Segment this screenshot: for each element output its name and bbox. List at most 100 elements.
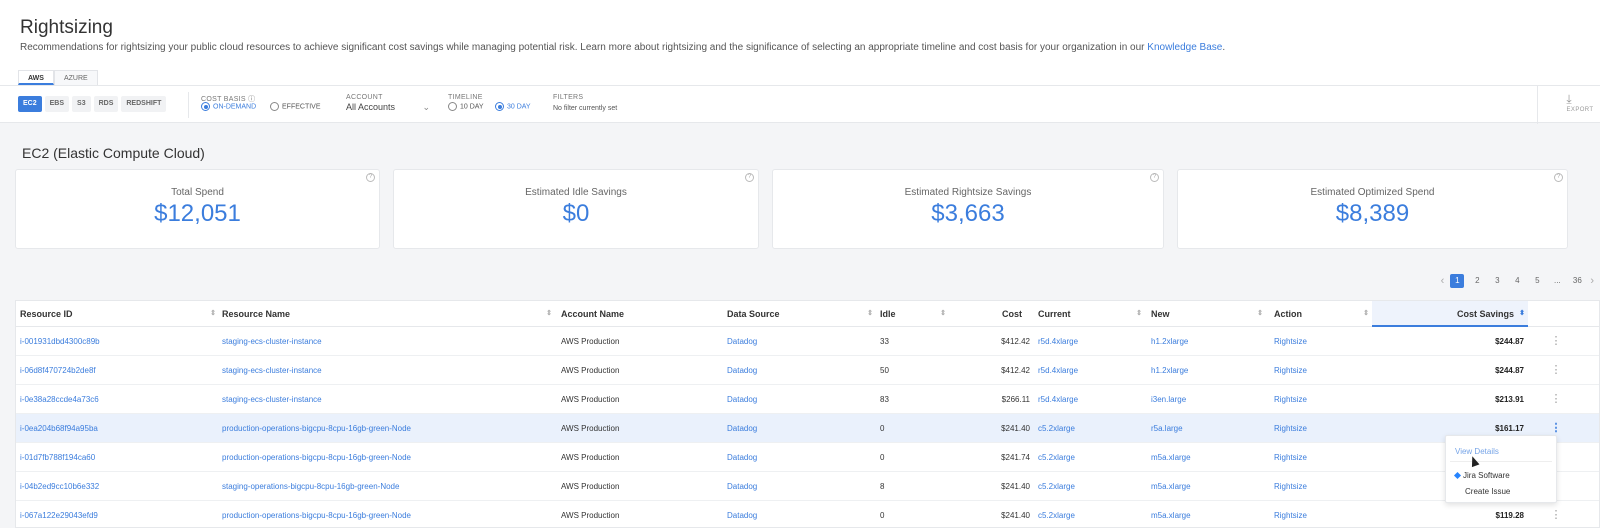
table-row[interactable]: i-001931dbd4300c89b staging-ecs-cluster-i… <box>16 327 1599 356</box>
page-5[interactable]: 5 <box>1530 274 1544 288</box>
table-row[interactable]: i-04b2ed9cc10b6e332 staging-operations-bi… <box>16 472 1599 501</box>
filters-value[interactable]: No filter currently set <box>553 105 617 112</box>
tab-aws[interactable]: AWS <box>18 70 54 85</box>
column-new[interactable]: New ⇕ <box>1151 301 1263 327</box>
cell-resource-id[interactable]: i-0e38a28ccde4a73c6 <box>20 385 216 414</box>
sort-icon: ⇕ <box>1363 310 1369 317</box>
cell-action[interactable]: Rightsize <box>1274 501 1369 527</box>
column-resource-name[interactable]: Resource Name ⇕ <box>222 301 552 327</box>
cell-resource-name[interactable]: staging-operations-bigcpu-8cpu-16gb-gree… <box>222 472 552 501</box>
cell-resource-name[interactable]: production-operations-bigcpu-8cpu-16gb-g… <box>222 414 552 443</box>
cell-data-source[interactable]: Datadog <box>727 385 873 414</box>
cell-idle: 0 <box>880 453 885 462</box>
cell-resource-id[interactable]: i-067a122e29043efd9 <box>20 501 216 527</box>
cell-account-name: AWS Production <box>561 395 620 404</box>
cell-resource-id[interactable]: i-001931dbd4300c89b <box>20 327 216 356</box>
chevron-left-icon[interactable]: ‹ <box>1441 275 1445 287</box>
help-icon[interactable]: ? <box>1554 173 1563 182</box>
page-3[interactable]: 3 <box>1490 274 1504 288</box>
cell-current[interactable]: c5.2xlarge <box>1038 472 1142 501</box>
cell-new[interactable]: h1.2xlarge <box>1151 327 1263 356</box>
column-current[interactable]: Current ⇕ <box>1038 301 1142 327</box>
tab-azure[interactable]: AZURE <box>53 70 98 85</box>
cell-action[interactable]: Rightsize <box>1274 414 1369 443</box>
column-action[interactable]: Action ⇕ <box>1274 301 1369 327</box>
column-cost-savings[interactable]: Cost Savings ⬍ <box>1372 301 1528 327</box>
cell-new[interactable]: m5a.xlarge <box>1151 443 1263 472</box>
card-total-spend: ? Total Spend $12,051 <box>15 169 380 249</box>
cost-basis-on-demand[interactable]: ON-DEMAND <box>201 102 256 111</box>
page-1[interactable]: 1 <box>1450 274 1465 288</box>
cell-data-source[interactable]: Datadog <box>727 472 873 501</box>
more-options-icon[interactable]: ⋮ <box>1550 356 1562 385</box>
table-row[interactable]: i-067a122e29043efd9 production-operations… <box>16 501 1599 527</box>
cell-current[interactable]: c5.2xlarge <box>1038 443 1142 472</box>
cell-action[interactable]: Rightsize <box>1274 385 1369 414</box>
cell-cost: $241.40 <box>1001 424 1030 433</box>
timeline-10-day[interactable]: 10 DAY <box>448 102 484 111</box>
column-data-source[interactable]: Data Source ⇕ <box>727 301 873 327</box>
cell-data-source[interactable]: Datadog <box>727 356 873 385</box>
column-account-name[interactable]: Account Name <box>561 301 721 327</box>
cell-current[interactable]: r5d.4xlarge <box>1038 356 1142 385</box>
cell-current[interactable]: c5.2xlarge <box>1038 501 1142 527</box>
cell-data-source[interactable]: Datadog <box>727 327 873 356</box>
cell-resource-name[interactable]: staging-ecs-cluster-instance <box>222 356 552 385</box>
cell-new[interactable]: r5a.large <box>1151 414 1263 443</box>
cell-resource-id[interactable]: i-04b2ed9cc10b6e332 <box>20 472 216 501</box>
help-icon[interactable]: ? <box>366 173 375 182</box>
account-select[interactable]: All Accounts ⌄ <box>346 102 432 116</box>
cell-resource-name[interactable]: production-operations-bigcpu-8cpu-16gb-g… <box>222 501 552 527</box>
more-options-icon[interactable]: ⋮ <box>1550 501 1562 527</box>
column-idle[interactable]: Idle ⇕ <box>880 301 946 327</box>
timeline-30-day[interactable]: 30 DAY <box>495 102 531 111</box>
cell-new[interactable]: m5a.xlarge <box>1151 472 1263 501</box>
tab-ebs[interactable]: EBS <box>44 96 70 112</box>
page-4[interactable]: 4 <box>1510 274 1524 288</box>
more-options-icon[interactable]: ⋮ <box>1550 327 1562 356</box>
cell-data-source[interactable]: Datadog <box>727 443 873 472</box>
cell-new[interactable]: h1.2xlarge <box>1151 356 1263 385</box>
cell-resource-id[interactable]: i-01d7fb788f194ca60 <box>20 443 216 472</box>
table-row[interactable]: i-0e38a28ccde4a73c6 staging-ecs-cluster-i… <box>16 385 1599 414</box>
page-36[interactable]: 36 <box>1570 274 1584 288</box>
tab-ec2[interactable]: EC2 <box>18 96 42 112</box>
table-row[interactable]: i-06d8f470724b2de8f staging-ecs-cluster-i… <box>16 356 1599 385</box>
tab-redshift[interactable]: REDSHIFT <box>121 96 167 112</box>
table-row[interactable]: i-01d7fb788f194ca60 production-operations… <box>16 443 1599 472</box>
cell-resource-id[interactable]: i-06d8f470724b2de8f <box>20 356 216 385</box>
recommendations-table: Resource ID ⇕ Resource Name ⇕ Account Name… <box>15 300 1600 528</box>
tab-s3[interactable]: S3 <box>72 96 91 112</box>
cell-new[interactable]: i3en.large <box>1151 385 1263 414</box>
help-icon[interactable]: ? <box>745 173 754 182</box>
knowledge-base-link[interactable]: Knowledge Base <box>1147 42 1222 53</box>
card-value: $3,663 <box>931 200 1005 227</box>
cell-resource-name[interactable]: staging-ecs-cluster-instance <box>222 385 552 414</box>
export-button[interactable]: ⤓ EXPORT <box>1537 86 1600 124</box>
cost-basis-effective[interactable]: EFFECTIVE <box>270 102 321 111</box>
cell-current[interactable]: r5d.4xlarge <box>1038 385 1142 414</box>
cell-resource-name[interactable]: staging-ecs-cluster-instance <box>222 327 552 356</box>
cell-action[interactable]: Rightsize <box>1274 356 1369 385</box>
help-icon[interactable]: ? <box>1150 173 1159 182</box>
cell-data-source[interactable]: Datadog <box>727 501 873 527</box>
cell-current[interactable]: r5d.4xlarge <box>1038 327 1142 356</box>
page-2[interactable]: 2 <box>1470 274 1484 288</box>
jira-icon <box>1453 472 1462 480</box>
cell-resource-id[interactable]: i-0ea204b68f94a95ba <box>20 414 216 443</box>
cell-current[interactable]: c5.2xlarge <box>1038 414 1142 443</box>
more-options-icon[interactable]: ⋮ <box>1550 385 1562 414</box>
column-cost[interactable]: Cost <box>956 301 1022 327</box>
cell-data-source[interactable]: Datadog <box>727 414 873 443</box>
cell-action[interactable]: Rightsize <box>1274 472 1369 501</box>
cell-resource-name[interactable]: production-operations-bigcpu-8cpu-16gb-g… <box>222 443 552 472</box>
column-resource-id[interactable]: Resource ID ⇕ <box>20 301 216 327</box>
cell-action[interactable]: Rightsize <box>1274 443 1369 472</box>
cell-new[interactable]: m5a.xlarge <box>1151 501 1263 527</box>
table-row[interactable]: i-0ea204b68f94a95ba production-operations… <box>16 414 1599 443</box>
menu-view-details[interactable]: View Details <box>1446 443 1558 461</box>
tab-rds[interactable]: RDS <box>93 96 119 112</box>
menu-create-issue[interactable]: Create Issue <box>1446 483 1558 501</box>
chevron-right-icon[interactable]: › <box>1590 275 1594 287</box>
cell-action[interactable]: Rightsize <box>1274 327 1369 356</box>
